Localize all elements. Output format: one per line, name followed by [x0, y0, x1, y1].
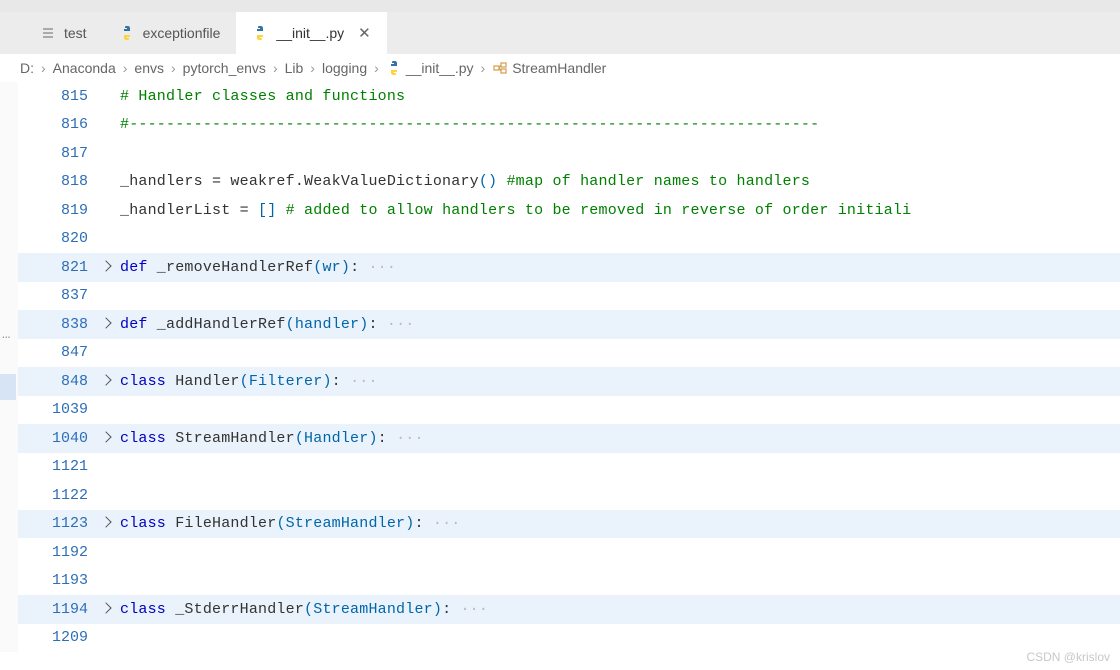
tab-label: exceptionfile — [143, 25, 221, 41]
code-line: 1040 class StreamHandler(Handler): ··· — [18, 424, 1120, 453]
code-line: 1194 class _StderrHandler(StreamHandler):… — [18, 595, 1120, 624]
line-number[interactable]: 815 — [18, 88, 96, 105]
code-content: class Handler(Filterer): ··· — [116, 373, 378, 390]
gutter-highlight — [0, 374, 16, 400]
code-content: def _removeHandlerRef(wr): ··· — [116, 259, 396, 276]
class-icon — [492, 60, 508, 76]
code-line: 1121 — [18, 453, 1120, 482]
breadcrumb-part[interactable]: pytorch_envs — [183, 60, 266, 76]
line-number[interactable]: 1209 — [18, 629, 96, 646]
code-line: 848 class Handler(Filterer): ··· — [18, 367, 1120, 396]
tab-exceptionfile[interactable]: exceptionfile — [103, 12, 237, 54]
line-number[interactable]: 1192 — [18, 544, 96, 561]
fold-chevron-icon[interactable] — [96, 316, 116, 333]
code-line: 1123 class FileHandler(StreamHandler): ··… — [18, 510, 1120, 539]
line-number[interactable]: 1123 — [18, 515, 96, 532]
breadcrumb-part[interactable]: D: — [20, 60, 34, 76]
line-number[interactable]: 1122 — [18, 487, 96, 504]
code-line: 821 def _removeHandlerRef(wr): ··· — [18, 253, 1120, 282]
line-number[interactable]: 819 — [18, 202, 96, 219]
code-content: # Handler classes and functions — [116, 88, 405, 105]
code-line: 847 — [18, 339, 1120, 368]
code-line: 837 — [18, 282, 1120, 311]
line-number[interactable]: 848 — [18, 373, 96, 390]
chevron-right-icon: › — [123, 60, 128, 76]
python-icon — [119, 25, 135, 41]
line-number[interactable]: 820 — [18, 230, 96, 247]
breadcrumb-part[interactable]: envs — [134, 60, 164, 76]
breadcrumb-file[interactable]: __init__.py — [406, 60, 474, 76]
line-number[interactable]: 1121 — [18, 458, 96, 475]
chevron-right-icon: › — [310, 60, 315, 76]
code-line: 1193 — [18, 567, 1120, 596]
line-number[interactable]: 818 — [18, 173, 96, 190]
close-icon[interactable]: ✕ — [358, 24, 371, 42]
line-number[interactable]: 847 — [18, 344, 96, 361]
code-line: 838 def _addHandlerRef(handler): ··· — [18, 310, 1120, 339]
code-line: 1192 — [18, 538, 1120, 567]
breadcrumb-part[interactable]: logging — [322, 60, 367, 76]
code-content: class _StderrHandler(StreamHandler): ··· — [116, 601, 488, 618]
tab-label: test — [64, 25, 87, 41]
code-line: 819 _handlerList = [] # added to allow ha… — [18, 196, 1120, 225]
code-content: def _addHandlerRef(handler): ··· — [116, 316, 414, 333]
line-number[interactable]: 1039 — [18, 401, 96, 418]
code-line: 1209 — [18, 624, 1120, 653]
chevron-right-icon: › — [273, 60, 278, 76]
code-content: _handlerList = [] # added to allow handl… — [116, 202, 911, 219]
code-line: 816 #------------------------------------… — [18, 111, 1120, 140]
line-number[interactable]: 817 — [18, 145, 96, 162]
line-number[interactable]: 1194 — [18, 601, 96, 618]
code-content: #---------------------------------------… — [116, 116, 819, 133]
tab-init-py[interactable]: __init__.py ✕ — [236, 12, 386, 54]
code-content: class FileHandler(StreamHandler): ··· — [116, 515, 460, 532]
fold-chevron-icon[interactable] — [96, 601, 116, 618]
line-number[interactable]: 1193 — [18, 572, 96, 589]
python-icon — [252, 25, 268, 41]
ellipsis-icon: … — [2, 327, 10, 343]
title-bar-spacer — [0, 0, 1120, 12]
code-content: _handlers = weakref.WeakValueDictionary(… — [116, 173, 810, 190]
fold-chevron-icon[interactable] — [96, 430, 116, 447]
line-number[interactable]: 821 — [18, 259, 96, 276]
line-number[interactable]: 816 — [18, 116, 96, 133]
watermark: CSDN @krislov — [1026, 650, 1110, 664]
chevron-right-icon: › — [374, 60, 379, 76]
code-line: 1039 — [18, 396, 1120, 425]
fold-chevron-icon[interactable] — [96, 259, 116, 276]
breadcrumb: D: › Anaconda › envs › pytorch_envs › Lib › l… — [0, 54, 1120, 82]
gutter — [0, 82, 18, 652]
chevron-right-icon: › — [481, 60, 486, 76]
code-line: 1122 — [18, 481, 1120, 510]
list-icon — [40, 25, 56, 41]
code-editor[interactable]: … 815 # Handler classes and functions 816 #… — [0, 82, 1120, 652]
breadcrumb-part[interactable]: Lib — [285, 60, 304, 76]
tab-label: __init__.py — [276, 25, 344, 41]
code-content: class StreamHandler(Handler): ··· — [116, 430, 424, 447]
breadcrumb-symbol[interactable]: StreamHandler — [512, 60, 606, 76]
breadcrumb-part[interactable]: Anaconda — [53, 60, 116, 76]
line-number[interactable]: 837 — [18, 287, 96, 304]
chevron-right-icon: › — [171, 60, 176, 76]
python-icon — [386, 60, 402, 76]
code-line: 817 — [18, 139, 1120, 168]
line-number[interactable]: 1040 — [18, 430, 96, 447]
code-line: 815 # Handler classes and functions — [18, 82, 1120, 111]
tab-bar: test exceptionfile __init__.py ✕ — [0, 12, 1120, 54]
code-line: 818 _handlers = weakref.WeakValueDictiona… — [18, 168, 1120, 197]
tab-test[interactable]: test — [24, 12, 103, 54]
line-number[interactable]: 838 — [18, 316, 96, 333]
code-line: 820 — [18, 225, 1120, 254]
fold-chevron-icon[interactable] — [96, 515, 116, 532]
chevron-right-icon: › — [41, 60, 46, 76]
fold-chevron-icon[interactable] — [96, 373, 116, 390]
